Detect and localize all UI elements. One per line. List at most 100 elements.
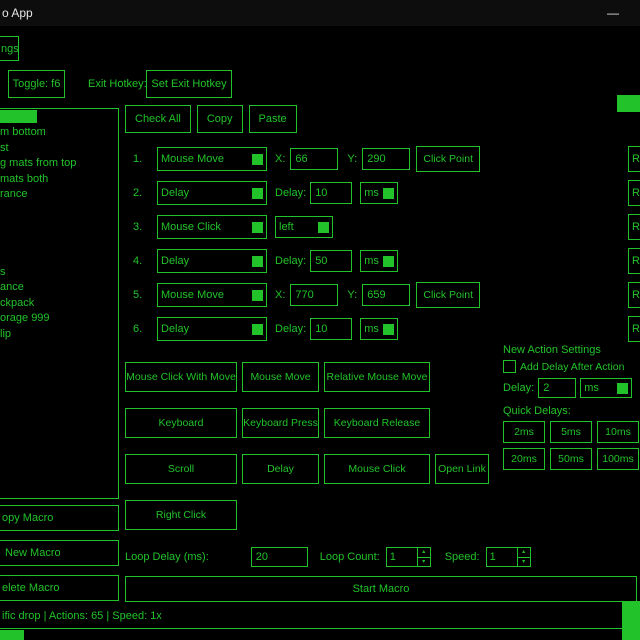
delay-input[interactable]: 10 [310, 318, 352, 340]
action-number: 1. [133, 153, 157, 165]
new-action-delay-label: Delay: [503, 382, 534, 394]
delay-unit-dropdown[interactable]: ms [360, 250, 398, 272]
dropdown-value: ms [364, 187, 379, 199]
new-action-delay-row: Delay: 2 ms [503, 378, 640, 398]
delay-unit-dropdown[interactable]: ms [360, 182, 398, 204]
copy-macro-button[interactable]: opy Macro [0, 505, 119, 531]
add-keyboard-release-button[interactable]: Keyboard Release [324, 408, 430, 438]
new-action-delay-unit-dropdown[interactable]: ms [580, 378, 632, 398]
dropdown-value: Mouse Click [161, 221, 221, 233]
list-item[interactable]: st [0, 141, 118, 157]
delay-unit-dropdown[interactable]: ms [360, 318, 398, 340]
loop-delay-input[interactable]: 20 [251, 547, 308, 567]
action-type-dropdown[interactable]: Delay [157, 181, 267, 205]
add-mouse-move-button[interactable]: Mouse Move [242, 362, 319, 392]
list-item[interactable] [0, 249, 118, 265]
action-row: 4. Delay Delay: 50 ms R [125, 248, 640, 274]
dropdown-arrow-icon [318, 222, 329, 233]
list-item[interactable]: m bottom [0, 125, 118, 141]
x-input[interactable]: 66 [290, 148, 338, 170]
remove-action-button[interactable]: R [628, 214, 640, 240]
quick-delay-20ms-button[interactable]: 20ms [503, 448, 545, 470]
delay-input[interactable]: 50 [310, 250, 352, 272]
menu-settings[interactable]: ngs [0, 36, 19, 61]
add-mouse-click-with-move-button[interactable]: Mouse Click With Move [125, 362, 237, 392]
spinner-buttons[interactable]: ▴▾ [417, 548, 430, 566]
spinner-buttons[interactable]: ▴▾ [517, 548, 530, 566]
action-type-dropdown[interactable]: Mouse Click [157, 215, 267, 239]
list-item[interactable]: g mats from top [0, 156, 118, 172]
remove-action-button[interactable]: R [628, 146, 640, 172]
quick-delay-2ms-button[interactable]: 2ms [503, 421, 545, 443]
add-keyboard-button[interactable]: Keyboard [125, 408, 237, 438]
list-item[interactable]: orage 999 [0, 311, 118, 327]
action-type-dropdown[interactable]: Mouse Move [157, 283, 267, 307]
add-keyboard-press-button[interactable]: Keyboard Press [242, 408, 319, 438]
remove-action-button[interactable]: R [628, 248, 640, 274]
list-item[interactable]: lip [0, 327, 118, 343]
toggle-hotkey-button[interactable]: Toggle: f6 [8, 70, 65, 98]
action-type-dropdown[interactable]: Delay [157, 317, 267, 341]
dropdown-arrow-icon [252, 290, 263, 301]
add-action-row-2: Keyboard Keyboard Press Keyboard Release [125, 408, 430, 438]
titlebar: o App — [0, 0, 640, 26]
delay-input[interactable]: 10 [310, 182, 352, 204]
add-relative-mouse-move-button[interactable]: Relative Mouse Move [324, 362, 430, 392]
copy-actions-button[interactable]: Copy [197, 105, 243, 133]
macro-list[interactable]: m bottom st g mats from top mats both ra… [0, 108, 119, 499]
list-item[interactable] [0, 234, 118, 250]
add-scroll-button[interactable]: Scroll [125, 454, 237, 484]
add-right-click-button[interactable]: Right Click [125, 500, 237, 530]
resize-grip[interactable] [622, 601, 640, 640]
add-delay-button[interactable]: Delay [242, 454, 319, 484]
list-item[interactable] [0, 218, 118, 234]
paste-actions-button[interactable]: Paste [249, 105, 297, 133]
remove-action-button[interactable]: R [628, 180, 640, 206]
list-item[interactable]: rance [0, 187, 118, 203]
speed-spinner[interactable]: 1 ▴▾ [486, 547, 531, 567]
quick-delay-10ms-button[interactable]: 10ms [597, 421, 639, 443]
add-mouse-click-button[interactable]: Mouse Click [324, 454, 430, 484]
partial-highlighted-button[interactable] [617, 95, 640, 112]
new-action-delay-input[interactable]: 2 [538, 378, 576, 398]
remove-action-button[interactable]: R [628, 316, 640, 342]
add-action-row-1: Mouse Click With Move Mouse Move Relativ… [125, 362, 430, 392]
list-item[interactable]: ckpack [0, 296, 118, 312]
action-number: 4. [133, 255, 157, 267]
loop-count-spinner[interactable]: 1 ▴▾ [386, 547, 431, 567]
minimize-button[interactable]: — [596, 0, 630, 26]
action-type-dropdown[interactable]: Mouse Move [157, 147, 267, 171]
quick-delay-50ms-button[interactable]: 50ms [550, 448, 592, 470]
action-row: 1. Mouse Move X: 66 Y: 290 Click Point R [125, 146, 640, 172]
add-open-link-button[interactable]: Open Link [435, 454, 489, 484]
set-exit-hotkey-button[interactable]: Set Exit Hotkey [146, 70, 232, 98]
new-macro-button[interactable]: New Macro [0, 540, 119, 566]
quick-delay-5ms-button[interactable]: 5ms [550, 421, 592, 443]
spinner-up-icon[interactable]: ▴ [518, 548, 530, 558]
taskbar-app-icon[interactable] [0, 630, 24, 640]
x-input[interactable]: 770 [290, 284, 338, 306]
y-input[interactable]: 290 [362, 148, 410, 170]
add-action-row-3: Scroll Delay Mouse Click Open Link [125, 454, 489, 484]
remove-action-button[interactable]: R [628, 282, 640, 308]
list-item[interactable]: mats both [0, 172, 118, 188]
list-item[interactable]: s [0, 265, 118, 281]
click-point-button[interactable]: Click Point [416, 146, 480, 172]
delete-macro-button[interactable]: elete Macro [0, 575, 119, 601]
add-delay-checkbox[interactable] [503, 360, 516, 373]
start-macro-button[interactable]: Start Macro [125, 576, 637, 602]
mouse-button-dropdown[interactable]: left [275, 216, 333, 238]
action-row: 5. Mouse Move X: 770 Y: 659 Click Point … [125, 282, 640, 308]
y-input[interactable]: 659 [362, 284, 410, 306]
spinner-down-icon[interactable]: ▾ [418, 558, 430, 567]
quick-delay-100ms-button[interactable]: 100ms [597, 448, 639, 470]
list-item[interactable]: ance [0, 280, 118, 296]
action-type-dropdown[interactable]: Delay [157, 249, 267, 273]
list-item[interactable] [0, 203, 118, 219]
spinner-down-icon[interactable]: ▾ [518, 558, 530, 567]
list-item-selected[interactable] [0, 110, 37, 123]
check-all-button[interactable]: Check All [125, 105, 191, 133]
dropdown-value: Mouse Move [161, 153, 224, 165]
spinner-up-icon[interactable]: ▴ [418, 548, 430, 558]
click-point-button[interactable]: Click Point [416, 282, 480, 308]
